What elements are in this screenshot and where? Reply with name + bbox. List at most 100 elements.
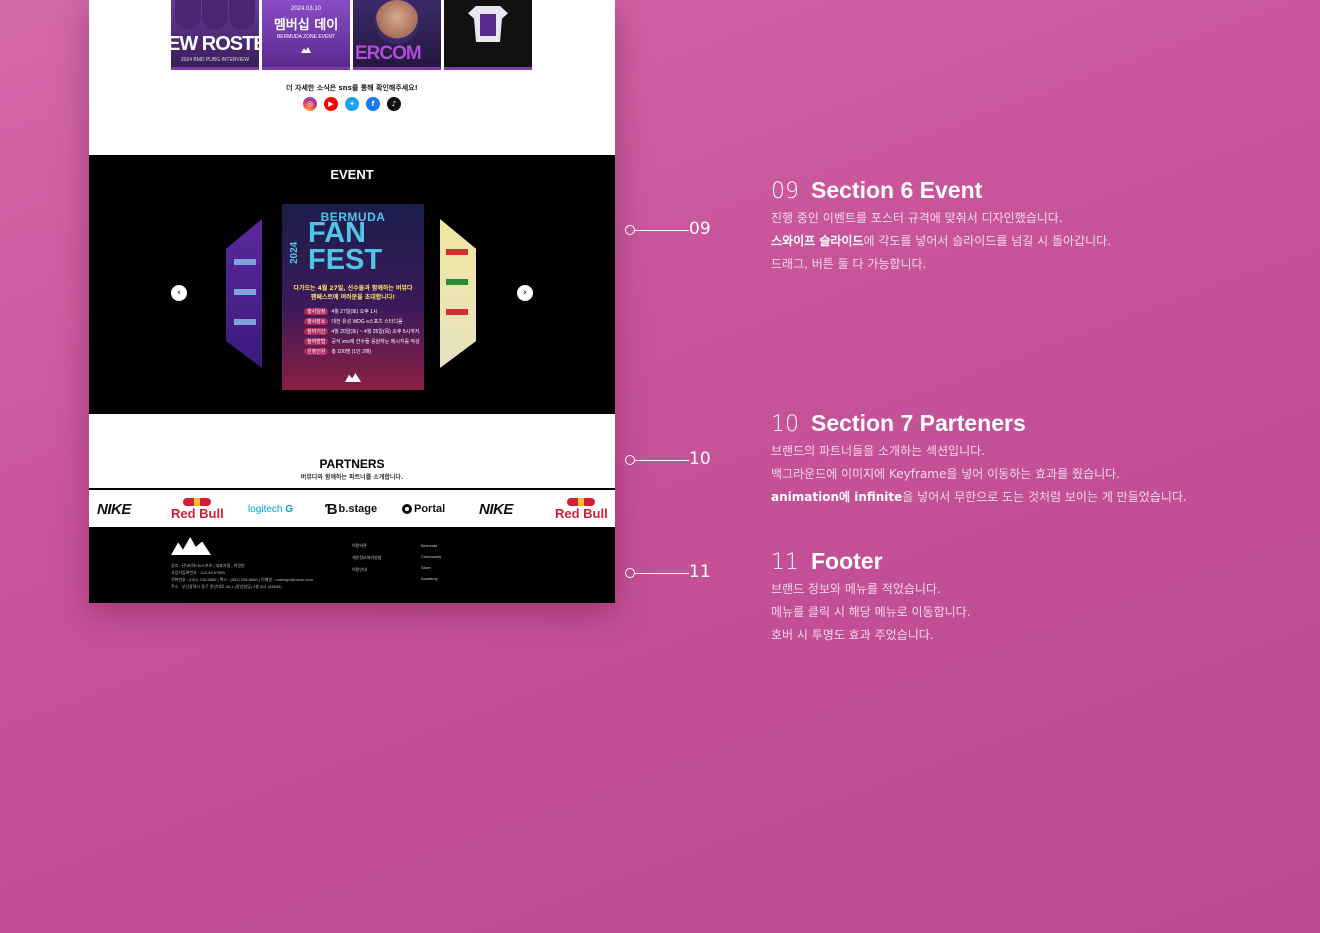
partner-name: NIKE bbox=[479, 500, 513, 518]
section-title: Section 7 Parteners bbox=[811, 410, 1026, 436]
slide-decoration bbox=[446, 279, 468, 285]
news-card-roster[interactable]: EW ROSTE 2024 BMD PUBG INTERVIEW bbox=[171, 0, 259, 70]
event-title: EVENT bbox=[330, 167, 374, 182]
logitech-logo: logitech G bbox=[248, 496, 293, 522]
section-description-10: 10 Section 7 Parteners 브랜드의 파트너들을 소개하는 섹… bbox=[771, 410, 1187, 509]
slide-decoration bbox=[446, 249, 468, 255]
callout-dot bbox=[625, 455, 635, 465]
footer-link-academy[interactable]: Academy bbox=[421, 576, 441, 581]
instagram-icon[interactable]: ◎ bbox=[303, 97, 317, 111]
poster-info-value: 4월 20일(토) ~ 4월 25일(목) 오후 5시까지 bbox=[331, 329, 420, 335]
section-line: 스와이프 슬라이드에 각도를 넣어서 슬라이드를 넘길 시 돌아갑니다. bbox=[771, 230, 1111, 253]
poster-title-fest: FEST bbox=[308, 244, 383, 276]
poster-info-row: 참여방법 공식 sns에 선수들 응원하는 메시지를 작성 bbox=[304, 338, 420, 345]
event-slide-left[interactable] bbox=[226, 219, 262, 368]
news-card-caption: 2024 BMD PUBG INTERVIEW bbox=[180, 57, 250, 63]
callout-09: 09 bbox=[625, 219, 715, 239]
website-mockup: EW ROSTE 2024 BMD PUBG INTERVIEW 2024.03… bbox=[89, 0, 615, 603]
footer-link-privacy[interactable]: 개인정보처리방침 bbox=[352, 555, 381, 561]
twitter-icon[interactable]: ✦ bbox=[345, 97, 359, 111]
section-line-text: 메뉴를 클릭 시 해당 메뉴로 이동합니다. bbox=[771, 605, 971, 619]
partners-subtitle: 버뮤다와 함께하는 파트너를 소개합니다. bbox=[300, 474, 404, 481]
partner-name: logitech bbox=[248, 503, 283, 515]
nike-logo: NIKE bbox=[97, 496, 131, 522]
callout-line bbox=[635, 572, 689, 574]
event-section: EVENT BERMUDA 2024 FAN FEST 다가오는 4월 27일,… bbox=[89, 155, 615, 414]
news-card-date: 2024.03.10 bbox=[290, 6, 322, 12]
section-heading: 11 Footer bbox=[771, 548, 971, 575]
partner-name: Red Bull bbox=[171, 506, 224, 521]
section-line-text: 에 각도를 넣어서 슬라이드를 넘길 시 돌아갑니다. bbox=[863, 234, 1112, 248]
jersey-image bbox=[468, 6, 508, 42]
news-card-membership[interactable]: 2024.03.10 멤버십 데이 BERMUDA ZONE EVENT bbox=[262, 0, 350, 70]
tiktok-icon[interactable]: ♪ bbox=[387, 97, 401, 111]
poster-info-label: 참여방법 bbox=[304, 338, 329, 345]
partners-title: PARTNERS bbox=[319, 457, 385, 471]
poster-info-label: 선정인원 bbox=[304, 348, 329, 355]
section-line-text: 호버 시 투명도 효과 주었습니다. bbox=[771, 628, 934, 642]
callout-number: 10 bbox=[689, 449, 711, 469]
footer-link-terms[interactable]: 이용약관 bbox=[352, 543, 381, 549]
footer-link-community[interactable]: Community bbox=[421, 554, 441, 559]
company-info-line: 사업자등록번호 : 123-45-67890 bbox=[171, 570, 226, 575]
section-line-text: 진행 중인 이벤트를 포스터 규격에 맞춰서 디자인했습니다. bbox=[771, 211, 1063, 225]
section-line-emphasis: 스와이프 슬라이드 bbox=[771, 234, 864, 248]
section-lines: 브랜드 정보와 메뉴를 적었습니다. 메뉴를 클릭 시 해당 메뉴로 이동합니다… bbox=[771, 578, 971, 647]
redbull-bulls-icon bbox=[567, 498, 596, 506]
news-card-headline: ERCOM bbox=[355, 43, 422, 64]
section-line: 브랜드 정보와 메뉴를 적었습니다. bbox=[771, 578, 971, 601]
news-card-intercom[interactable]: ERCOM bbox=[353, 0, 441, 70]
poster-info-label: 참여기간 bbox=[304, 328, 329, 335]
footer-link-bermuda[interactable]: Bermuda bbox=[421, 543, 441, 548]
section-line: 호버 시 투명도 효과 주었습니다. bbox=[771, 624, 971, 647]
site-footer: 상호 : (주)버뮤다e스포츠 | 대표자명 : 박정현 사업자등록번호 : 1… bbox=[89, 527, 615, 603]
section-line: 백그라운드에 이미지에 Keyframe을 넣어 이동하는 효과를 줬습니다. bbox=[771, 463, 1187, 486]
event-slide-right[interactable] bbox=[440, 219, 476, 368]
company-info-line: 상호 : (주)버뮤다e스포츠 | 대표자명 : 박정현 bbox=[171, 563, 245, 568]
slider-prev-button[interactable]: ‹ bbox=[171, 285, 187, 301]
section-number: 10 bbox=[771, 412, 799, 437]
youtube-icon[interactable]: ▶ bbox=[324, 97, 338, 111]
callout-dot bbox=[625, 568, 635, 578]
redbull-bulls-icon bbox=[183, 498, 212, 506]
section-line-text: 드래그, 버튼 둘 다 가능합니다. bbox=[771, 257, 927, 271]
poster-title-fan: FAN bbox=[308, 217, 366, 249]
section-line: animation에 infinite을 넣어서 무한으로 도는 것처럼 보이는… bbox=[771, 486, 1187, 509]
slide-decoration bbox=[446, 309, 468, 315]
news-card-jersey[interactable] bbox=[444, 0, 532, 70]
facebook-icon[interactable]: f bbox=[366, 97, 380, 111]
logitech-g-icon: G bbox=[285, 503, 294, 515]
callout-number: 11 bbox=[689, 562, 711, 582]
callout-11: 11 bbox=[625, 562, 715, 582]
bermuda-logo-icon bbox=[301, 47, 311, 53]
redbull-logo: Red Bull bbox=[555, 496, 608, 522]
partners-logo-strip: NIKE Red Bull logitech G Ɓb.stage Portal… bbox=[89, 488, 615, 527]
slide-decoration bbox=[234, 259, 256, 265]
partner-name: Portal bbox=[414, 503, 446, 515]
bstage-logo: Ɓb.stage bbox=[325, 496, 377, 522]
bermuda-logo-icon bbox=[345, 373, 361, 382]
section-number: 09 bbox=[771, 179, 799, 204]
news-thumbnail-row: EW ROSTE 2024 BMD PUBG INTERVIEW 2024.03… bbox=[171, 0, 533, 71]
sns-prompt-text: 더 자세한 소식은 sns를 통해 확인해주세요! bbox=[286, 84, 418, 92]
redbull-logo: Red Bull bbox=[171, 496, 224, 522]
footer-menu-site: Bermuda Community Store Academy bbox=[421, 543, 441, 581]
poster-info-value: 4월 27일(토) 오후 1시 bbox=[331, 309, 378, 315]
footer-link-guide[interactable]: 이용안내 bbox=[352, 567, 381, 573]
company-info: 상호 : (주)버뮤다e스포츠 | 대표자명 : 박정현 사업자등록번호 : 1… bbox=[171, 562, 313, 590]
callout-dot bbox=[625, 225, 635, 235]
footer-link-store[interactable]: Store bbox=[421, 565, 441, 570]
section-description-11: 11 Footer 브랜드 정보와 메뉴를 적었습니다. 메뉴를 클릭 시 해당… bbox=[771, 548, 971, 647]
news-card-subtitle: BERMUDA ZONE EVENT bbox=[276, 34, 336, 40]
poster-info-label: 행사일정 bbox=[304, 308, 329, 315]
bermuda-logo-icon[interactable] bbox=[171, 537, 211, 555]
poster-copy: 다가오는 4월 27일, 선수들과 함께하는 버뮤다 팬페스트에 여러분을 초대… bbox=[293, 285, 413, 301]
section-description-09: 09 Section 6 Event 진행 중인 이벤트를 포스터 규격에 맞춰… bbox=[771, 177, 1111, 276]
section-number: 11 bbox=[771, 550, 799, 575]
section-lines: 진행 중인 이벤트를 포스터 규격에 맞춰서 디자인했습니다. 스와이프 슬라이… bbox=[771, 207, 1111, 276]
poster-info-value: 총 100명 (1인 2매) bbox=[331, 349, 372, 355]
poster-info-value: 대전 유성 WDG e스포츠 스타디움 bbox=[331, 319, 403, 325]
event-slide-active[interactable]: BERMUDA 2024 FAN FEST 다가오는 4월 27일, 선수들과 … bbox=[282, 204, 424, 390]
slider-next-button[interactable]: › bbox=[517, 285, 533, 301]
section-title: Footer bbox=[811, 548, 883, 574]
